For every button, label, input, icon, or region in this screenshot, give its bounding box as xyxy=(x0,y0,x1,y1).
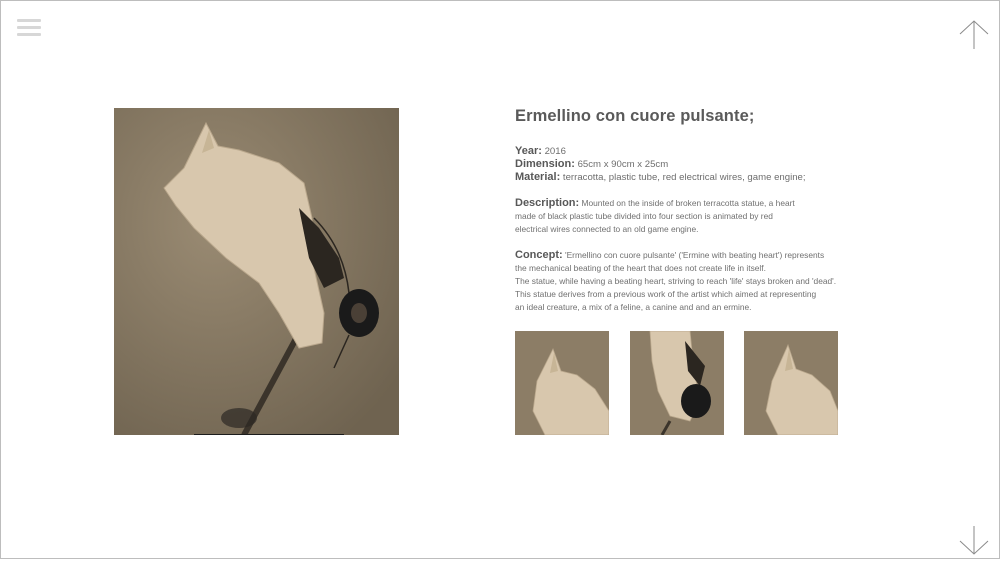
artwork-main-photo xyxy=(114,108,399,435)
concept-line: an ideal creature, a mix of a feline, a … xyxy=(515,302,752,312)
thumbnail-3[interactable] xyxy=(744,331,838,435)
hamburger-icon xyxy=(17,19,41,22)
dimension-row: Dimension: 65cm x 90cm x 25cm xyxy=(515,158,855,171)
description-block: Description: Mounted on the inside of br… xyxy=(515,197,855,236)
hamburger-icon-line xyxy=(17,26,41,29)
hamburger-icon-line xyxy=(17,33,41,36)
scroll-down-button[interactable] xyxy=(959,524,989,556)
concept-line: 'Ermellino con cuore pulsante' ('Ermine … xyxy=(565,250,825,260)
concept-label: Concept: xyxy=(515,249,563,261)
thumbnail-2[interactable] xyxy=(630,331,724,435)
year-value: 2016 xyxy=(544,146,566,157)
concept-line: This statue derives from a previous work… xyxy=(515,289,817,299)
menu-button[interactable] xyxy=(17,19,41,39)
arrow-up-icon xyxy=(959,20,989,49)
concept-line: The statue, while having a beating heart… xyxy=(515,276,837,286)
year-label: Year: xyxy=(515,145,542,157)
description-line: Mounted on the inside of broken terracot… xyxy=(581,198,795,208)
dimension-label: Dimension: xyxy=(515,158,575,170)
arrow-down-icon xyxy=(959,526,989,555)
description-line: made of black plastic tube divided into … xyxy=(515,211,773,221)
material-row: Material: terracotta, plastic tube, red … xyxy=(515,171,855,184)
material-label: Material: xyxy=(515,171,561,183)
artwork-info: Ermellino con cuore pulsante; Year: 2016… xyxy=(515,107,855,314)
description-label: Description: xyxy=(515,197,580,209)
description-line: electrical wires connected to an old gam… xyxy=(515,224,699,234)
scroll-up-button[interactable] xyxy=(959,19,989,51)
concept-line: the mechanical beating of the heart that… xyxy=(515,263,766,273)
material-value: terracotta, plastic tube, red electrical… xyxy=(562,172,806,183)
thumbnail-1[interactable] xyxy=(515,331,609,435)
year-row: Year: 2016 xyxy=(515,145,855,158)
concept-block: Concept: 'Ermellino con cuore pulsante' … xyxy=(515,249,855,314)
artwork-title: Ermellino con cuore pulsante; xyxy=(515,107,755,125)
dimension-value: 65cm x 90cm x 25cm xyxy=(577,159,669,170)
